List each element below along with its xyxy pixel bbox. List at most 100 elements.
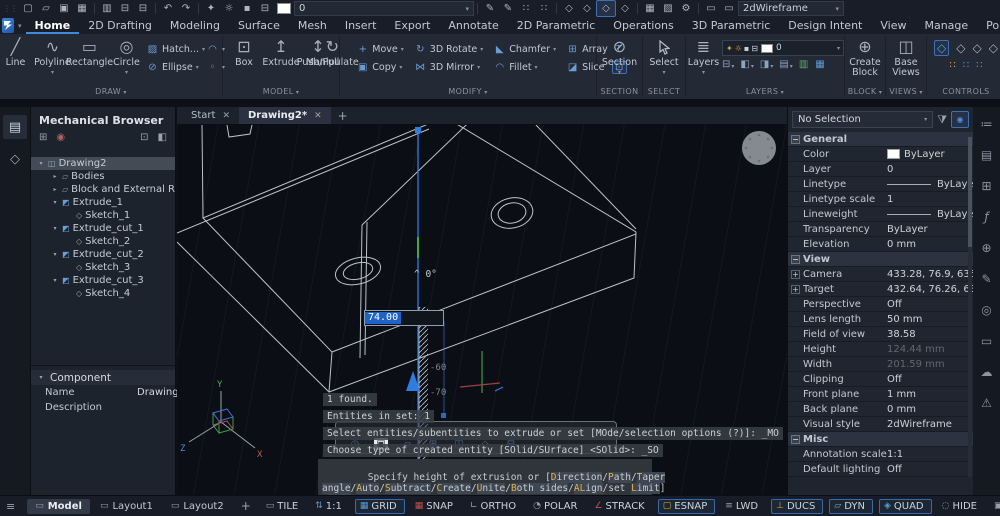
property-row[interactable]: Layer 0 xyxy=(788,162,973,177)
ribbon-button[interactable]: Polyline▾ xyxy=(34,36,71,77)
property-row[interactable]: Front plane 1 mm xyxy=(788,387,973,402)
tree-item[interactable]: Extrude_1 xyxy=(31,196,175,209)
property-row[interactable]: Field of view 38.58 xyxy=(788,327,973,342)
zoom-selected-icon[interactable]: ⊡ xyxy=(140,132,148,143)
status-toggle[interactable]: STRACK xyxy=(590,500,651,513)
selection-dropdown[interactable]: No Selection ▾ xyxy=(792,111,934,128)
control-cluster-icon[interactable] xyxy=(949,60,955,71)
layers-panel-tab-icon[interactable]: ▤ xyxy=(981,148,992,162)
qat-icon[interactable] xyxy=(220,1,238,16)
hamburger-menu-icon[interactable]: ≡ xyxy=(6,500,15,513)
property-row[interactable]: Color ByLayer xyxy=(788,147,973,162)
tree-item[interactable]: Extrude_cut_2 xyxy=(31,248,175,261)
control-cluster-icon[interactable] xyxy=(976,60,982,71)
qat-icon[interactable] xyxy=(481,1,499,16)
ribbon-tab[interactable]: Export xyxy=(385,17,439,34)
qat-icon[interactable] xyxy=(702,1,720,16)
qat-icon[interactable] xyxy=(134,1,152,16)
blocks-panel-tab-icon[interactable]: ⊞ xyxy=(981,179,991,193)
sheets-panel-tab-icon[interactable]: ▭ xyxy=(981,334,992,348)
close-icon[interactable]: ✕ xyxy=(314,111,322,121)
view-control-icon[interactable] xyxy=(989,41,998,55)
ribbon-tab[interactable]: Modeling xyxy=(161,17,229,34)
navigation-compass[interactable] xyxy=(742,131,776,165)
qat-icon[interactable] xyxy=(535,1,553,16)
panel-label-modify[interactable]: MODIFY xyxy=(340,87,596,99)
layout-tab[interactable]: ▭ Layout1 xyxy=(92,499,161,514)
tree-item[interactable]: Bodies xyxy=(31,170,175,183)
property-row[interactable]: Linetype scale 1 xyxy=(788,192,973,207)
dynamic-dimension-input[interactable]: 74.00 xyxy=(364,310,444,326)
attachments-panel-tab-icon[interactable]: ⊕ xyxy=(981,241,991,255)
qat-icon[interactable] xyxy=(596,0,616,17)
tree-item[interactable]: Extrude_cut_1 xyxy=(31,222,175,235)
property-row[interactable]: Target 432.64, 76.26, 634.58 xyxy=(788,282,973,297)
status-toggle[interactable]: TILE xyxy=(262,500,305,513)
qat-icon[interactable] xyxy=(256,1,274,16)
ribbon-small-button[interactable]: Chamfer▾ xyxy=(493,42,556,56)
control-cluster-icon[interactable] xyxy=(963,60,969,71)
qat-icon[interactable] xyxy=(637,3,638,14)
tree-expander[interactable] xyxy=(51,277,59,284)
cloud-panel-tab-icon[interactable]: ☁ xyxy=(981,365,993,379)
ribbon-tab[interactable]: Design Intent xyxy=(779,17,871,34)
close-icon[interactable]: ✕ xyxy=(222,111,230,121)
parameters-panel-tab-icon[interactable]: ƒ xyxy=(984,210,988,224)
new-document-button[interactable]: + xyxy=(331,107,355,124)
panel-label-block[interactable]: BLOCK xyxy=(845,87,885,99)
property-row[interactable]: Width 201.59 mm xyxy=(788,357,973,372)
layer-tool-icon[interactable]: ▾ xyxy=(722,59,734,70)
component-name-row[interactable]: Name Drawing2 xyxy=(31,385,185,400)
tree-item[interactable]: Sketch_1 xyxy=(31,209,175,222)
panel-label-section[interactable]: SECTION xyxy=(597,87,642,99)
document-tab[interactable]: Drawing2* ✕ xyxy=(238,107,331,124)
ribbon-small-button[interactable]: 3D Rotate▾ xyxy=(414,42,484,56)
qat-icon[interactable] xyxy=(659,1,677,16)
ribbon-tab[interactable]: Home xyxy=(26,17,80,34)
layer-tool-icon[interactable]: ▾ xyxy=(760,59,773,70)
ribbon-tab[interactable]: 2D Parametric xyxy=(508,17,605,34)
qat-icon[interactable] xyxy=(578,1,596,16)
view-control-icon[interactable] xyxy=(956,41,965,55)
qat-icon[interactable] xyxy=(641,1,659,16)
ribbon-small-button[interactable]: Copy▾ xyxy=(356,60,404,74)
panel-label-select[interactable]: SELECT xyxy=(643,87,685,99)
panel-label-draw[interactable]: DRAW xyxy=(0,87,222,99)
property-row[interactable]: Transparency ByLayer xyxy=(788,222,973,237)
ribbon-button[interactable]: Box xyxy=(226,36,263,75)
tree-item[interactable]: Sketch_3 xyxy=(31,261,175,274)
property-row[interactable]: Perspective Off xyxy=(788,297,973,312)
manipulate-button[interactable]: Manipulate xyxy=(306,36,359,68)
layer-tool-icon[interactable] xyxy=(815,59,825,70)
layer-state-icon[interactable] xyxy=(726,44,733,53)
tree-item[interactable]: Sketch_4 xyxy=(31,287,175,300)
qat-icon[interactable] xyxy=(556,3,557,14)
tree-item[interactable]: Block and External References xyxy=(31,183,175,196)
panel-label-views[interactable]: VIEWS xyxy=(886,87,926,99)
property-row[interactable]: Default lighting Off xyxy=(788,462,973,477)
qat-icon[interactable] xyxy=(155,3,156,14)
select-button[interactable]: Select ▾ xyxy=(644,36,684,76)
document-tab[interactable]: Start ✕ xyxy=(182,107,239,124)
ribbon-tab[interactable]: Operations xyxy=(604,17,682,34)
ribbon-button[interactable]: Extrude xyxy=(262,36,299,75)
qat-icon[interactable] xyxy=(698,3,699,14)
scrollbar[interactable] xyxy=(968,137,972,477)
tree-expander[interactable] xyxy=(51,173,59,180)
property-row[interactable]: Back plane 0 mm xyxy=(788,402,973,417)
status-toggle[interactable]: QUAD xyxy=(878,498,932,514)
layout-tab[interactable]: ▭ Model xyxy=(27,498,90,514)
ribbon-button[interactable]: Line xyxy=(0,36,34,75)
status-toggle[interactable]: DUCS xyxy=(771,498,824,514)
property-row[interactable]: Visual style 2dWireframe xyxy=(788,417,973,432)
ribbon-tab[interactable]: Surface xyxy=(229,17,289,34)
wireframe-solid[interactable] xyxy=(177,125,637,393)
row-expander[interactable] xyxy=(791,284,800,294)
row-expander[interactable] xyxy=(791,254,800,264)
property-row[interactable]: Annotation scale 1:1 xyxy=(788,447,973,462)
property-row[interactable]: Camera 433.28, 76.9, 635 xyxy=(788,267,973,282)
ribbon-small-button[interactable]: Move▾ xyxy=(356,42,404,56)
layer-state-icon[interactable] xyxy=(735,44,742,53)
tree-expander[interactable] xyxy=(51,225,59,232)
ribbon-tab[interactable]: 2D Drafting xyxy=(79,17,161,34)
